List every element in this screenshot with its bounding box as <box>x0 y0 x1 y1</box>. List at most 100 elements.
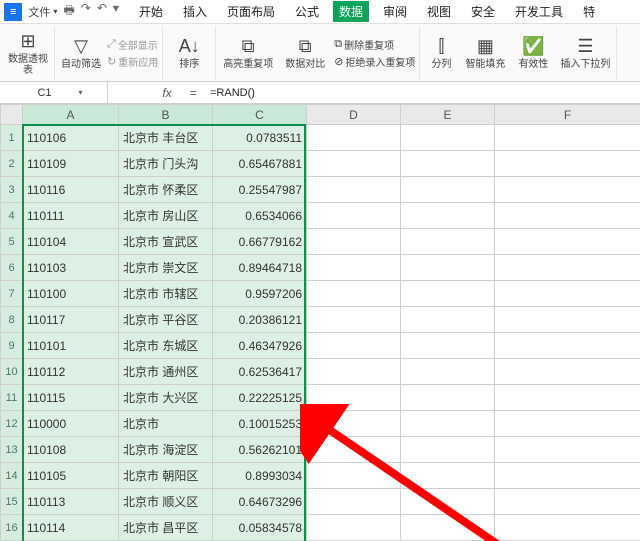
tab-special[interactable]: 特 <box>577 1 601 22</box>
cell[interactable]: 北京市 宣武区 <box>119 229 213 255</box>
cell[interactable]: 110105 <box>23 463 119 489</box>
cell[interactable]: 110117 <box>23 307 119 333</box>
highlight-duplicates-button[interactable]: ⧉ 高亮重复项 <box>220 28 276 78</box>
cell[interactable] <box>401 281 495 307</box>
reject-duplicates-button[interactable]: ⊘拒绝录入重复项 <box>334 54 415 69</box>
cell[interactable]: 北京市 大兴区 <box>119 385 213 411</box>
pivot-table-button[interactable]: ⊞ 数据透视表 <box>6 28 50 78</box>
cell[interactable]: 110104 <box>23 229 119 255</box>
smart-fill-button[interactable]: ▦ 智能填充 <box>462 28 508 78</box>
qa-more-icon[interactable]: ▾ <box>113 1 119 22</box>
cell[interactable] <box>495 463 640 489</box>
cell[interactable]: 110100 <box>23 281 119 307</box>
row-header[interactable]: 14 <box>1 463 23 489</box>
row-header[interactable]: 7 <box>1 281 23 307</box>
cell[interactable]: 北京市 顺义区 <box>119 489 213 515</box>
name-box[interactable]: C1 ▾ <box>0 82 108 104</box>
col-header-B[interactable]: B <box>119 105 213 125</box>
row-header[interactable]: 13 <box>1 437 23 463</box>
row-header[interactable]: 5 <box>1 229 23 255</box>
col-header-F[interactable]: F <box>495 105 640 125</box>
col-header-C[interactable]: C <box>213 105 307 125</box>
cell[interactable]: 0.10015253 <box>213 411 307 437</box>
cell[interactable] <box>307 281 401 307</box>
cell[interactable] <box>307 177 401 203</box>
cell[interactable] <box>401 255 495 281</box>
cell[interactable] <box>307 125 401 151</box>
data-compare-button[interactable]: ⧉ 数据对比 <box>280 28 330 78</box>
row-header[interactable]: 16 <box>1 515 23 541</box>
cell[interactable]: 0.22225125 <box>213 385 307 411</box>
row-header[interactable]: 12 <box>1 411 23 437</box>
cell[interactable]: 北京市 丰台区 <box>119 125 213 151</box>
select-all-corner[interactable] <box>1 105 23 125</box>
file-menu[interactable]: 文件 ▾ <box>24 3 61 21</box>
cell[interactable] <box>307 307 401 333</box>
cell[interactable] <box>401 229 495 255</box>
cell[interactable] <box>307 411 401 437</box>
cell[interactable]: 110103 <box>23 255 119 281</box>
cell[interactable] <box>495 437 640 463</box>
sheet-area[interactable]: A B C D E F 1110106北京市 丰台区0.078351121101… <box>0 104 640 541</box>
cell[interactable]: 110114 <box>23 515 119 541</box>
cell[interactable] <box>307 359 401 385</box>
cell[interactable] <box>307 203 401 229</box>
insert-function-button[interactable]: fx <box>154 86 180 100</box>
cell[interactable] <box>307 385 401 411</box>
tab-pagelayout[interactable]: 页面布局 <box>221 1 281 22</box>
cell[interactable] <box>401 125 495 151</box>
cell[interactable]: 北京市 崇文区 <box>119 255 213 281</box>
cell[interactable] <box>401 177 495 203</box>
cell[interactable] <box>307 437 401 463</box>
tab-home[interactable]: 开始 <box>133 1 169 22</box>
redo-icon[interactable]: ↷ <box>81 1 91 22</box>
cell[interactable] <box>401 307 495 333</box>
remove-duplicates-button[interactable]: ⧉删除重复项 <box>334 37 415 52</box>
cell[interactable]: 北京市 朝阳区 <box>119 463 213 489</box>
cell[interactable]: 0.25547987 <box>213 177 307 203</box>
cell[interactable]: 北京市 海淀区 <box>119 437 213 463</box>
cell[interactable] <box>401 385 495 411</box>
tab-devtools[interactable]: 开发工具 <box>509 1 569 22</box>
cell[interactable]: 0.56262101 <box>213 437 307 463</box>
cell[interactable] <box>495 515 640 541</box>
cell[interactable] <box>495 411 640 437</box>
cell[interactable]: 0.89464718 <box>213 255 307 281</box>
cell[interactable]: 0.20386121 <box>213 307 307 333</box>
row-header[interactable]: 15 <box>1 489 23 515</box>
cell[interactable] <box>495 229 640 255</box>
cell[interactable] <box>307 333 401 359</box>
cell[interactable]: 北京市 怀柔区 <box>119 177 213 203</box>
cell[interactable]: 0.9597206 <box>213 281 307 307</box>
tab-view[interactable]: 视图 <box>421 1 457 22</box>
row-header[interactable]: 8 <box>1 307 23 333</box>
cell[interactable]: 110111 <box>23 203 119 229</box>
cell[interactable] <box>401 203 495 229</box>
cell[interactable] <box>495 359 640 385</box>
cell[interactable] <box>401 411 495 437</box>
row-header[interactable]: 11 <box>1 385 23 411</box>
cell[interactable] <box>495 151 640 177</box>
cell[interactable] <box>401 489 495 515</box>
cell[interactable]: 110106 <box>23 125 119 151</box>
cell[interactable] <box>401 359 495 385</box>
formula-input[interactable]: =RAND() <box>206 87 640 99</box>
text-to-columns-button[interactable]: ⫿ 分列 <box>424 28 458 78</box>
cell[interactable] <box>307 151 401 177</box>
cell[interactable]: 0.62536417 <box>213 359 307 385</box>
row-header[interactable]: 6 <box>1 255 23 281</box>
cell[interactable] <box>307 229 401 255</box>
cell[interactable]: 0.0783511 <box>213 125 307 151</box>
col-header-D[interactable]: D <box>307 105 401 125</box>
cell[interactable]: 北京市 房山区 <box>119 203 213 229</box>
cell[interactable]: 110000 <box>23 411 119 437</box>
cell[interactable]: 0.05834578 <box>213 515 307 541</box>
sort-button[interactable]: A↓ 排序 <box>167 28 211 78</box>
cell[interactable]: 0.6534066 <box>213 203 307 229</box>
tab-review[interactable]: 审阅 <box>377 1 413 22</box>
cell[interactable]: 北京市 市辖区 <box>119 281 213 307</box>
cell[interactable] <box>495 489 640 515</box>
cell[interactable]: 0.66779162 <box>213 229 307 255</box>
cell[interactable]: 110109 <box>23 151 119 177</box>
print-icon[interactable]: 🖶 <box>63 1 74 22</box>
